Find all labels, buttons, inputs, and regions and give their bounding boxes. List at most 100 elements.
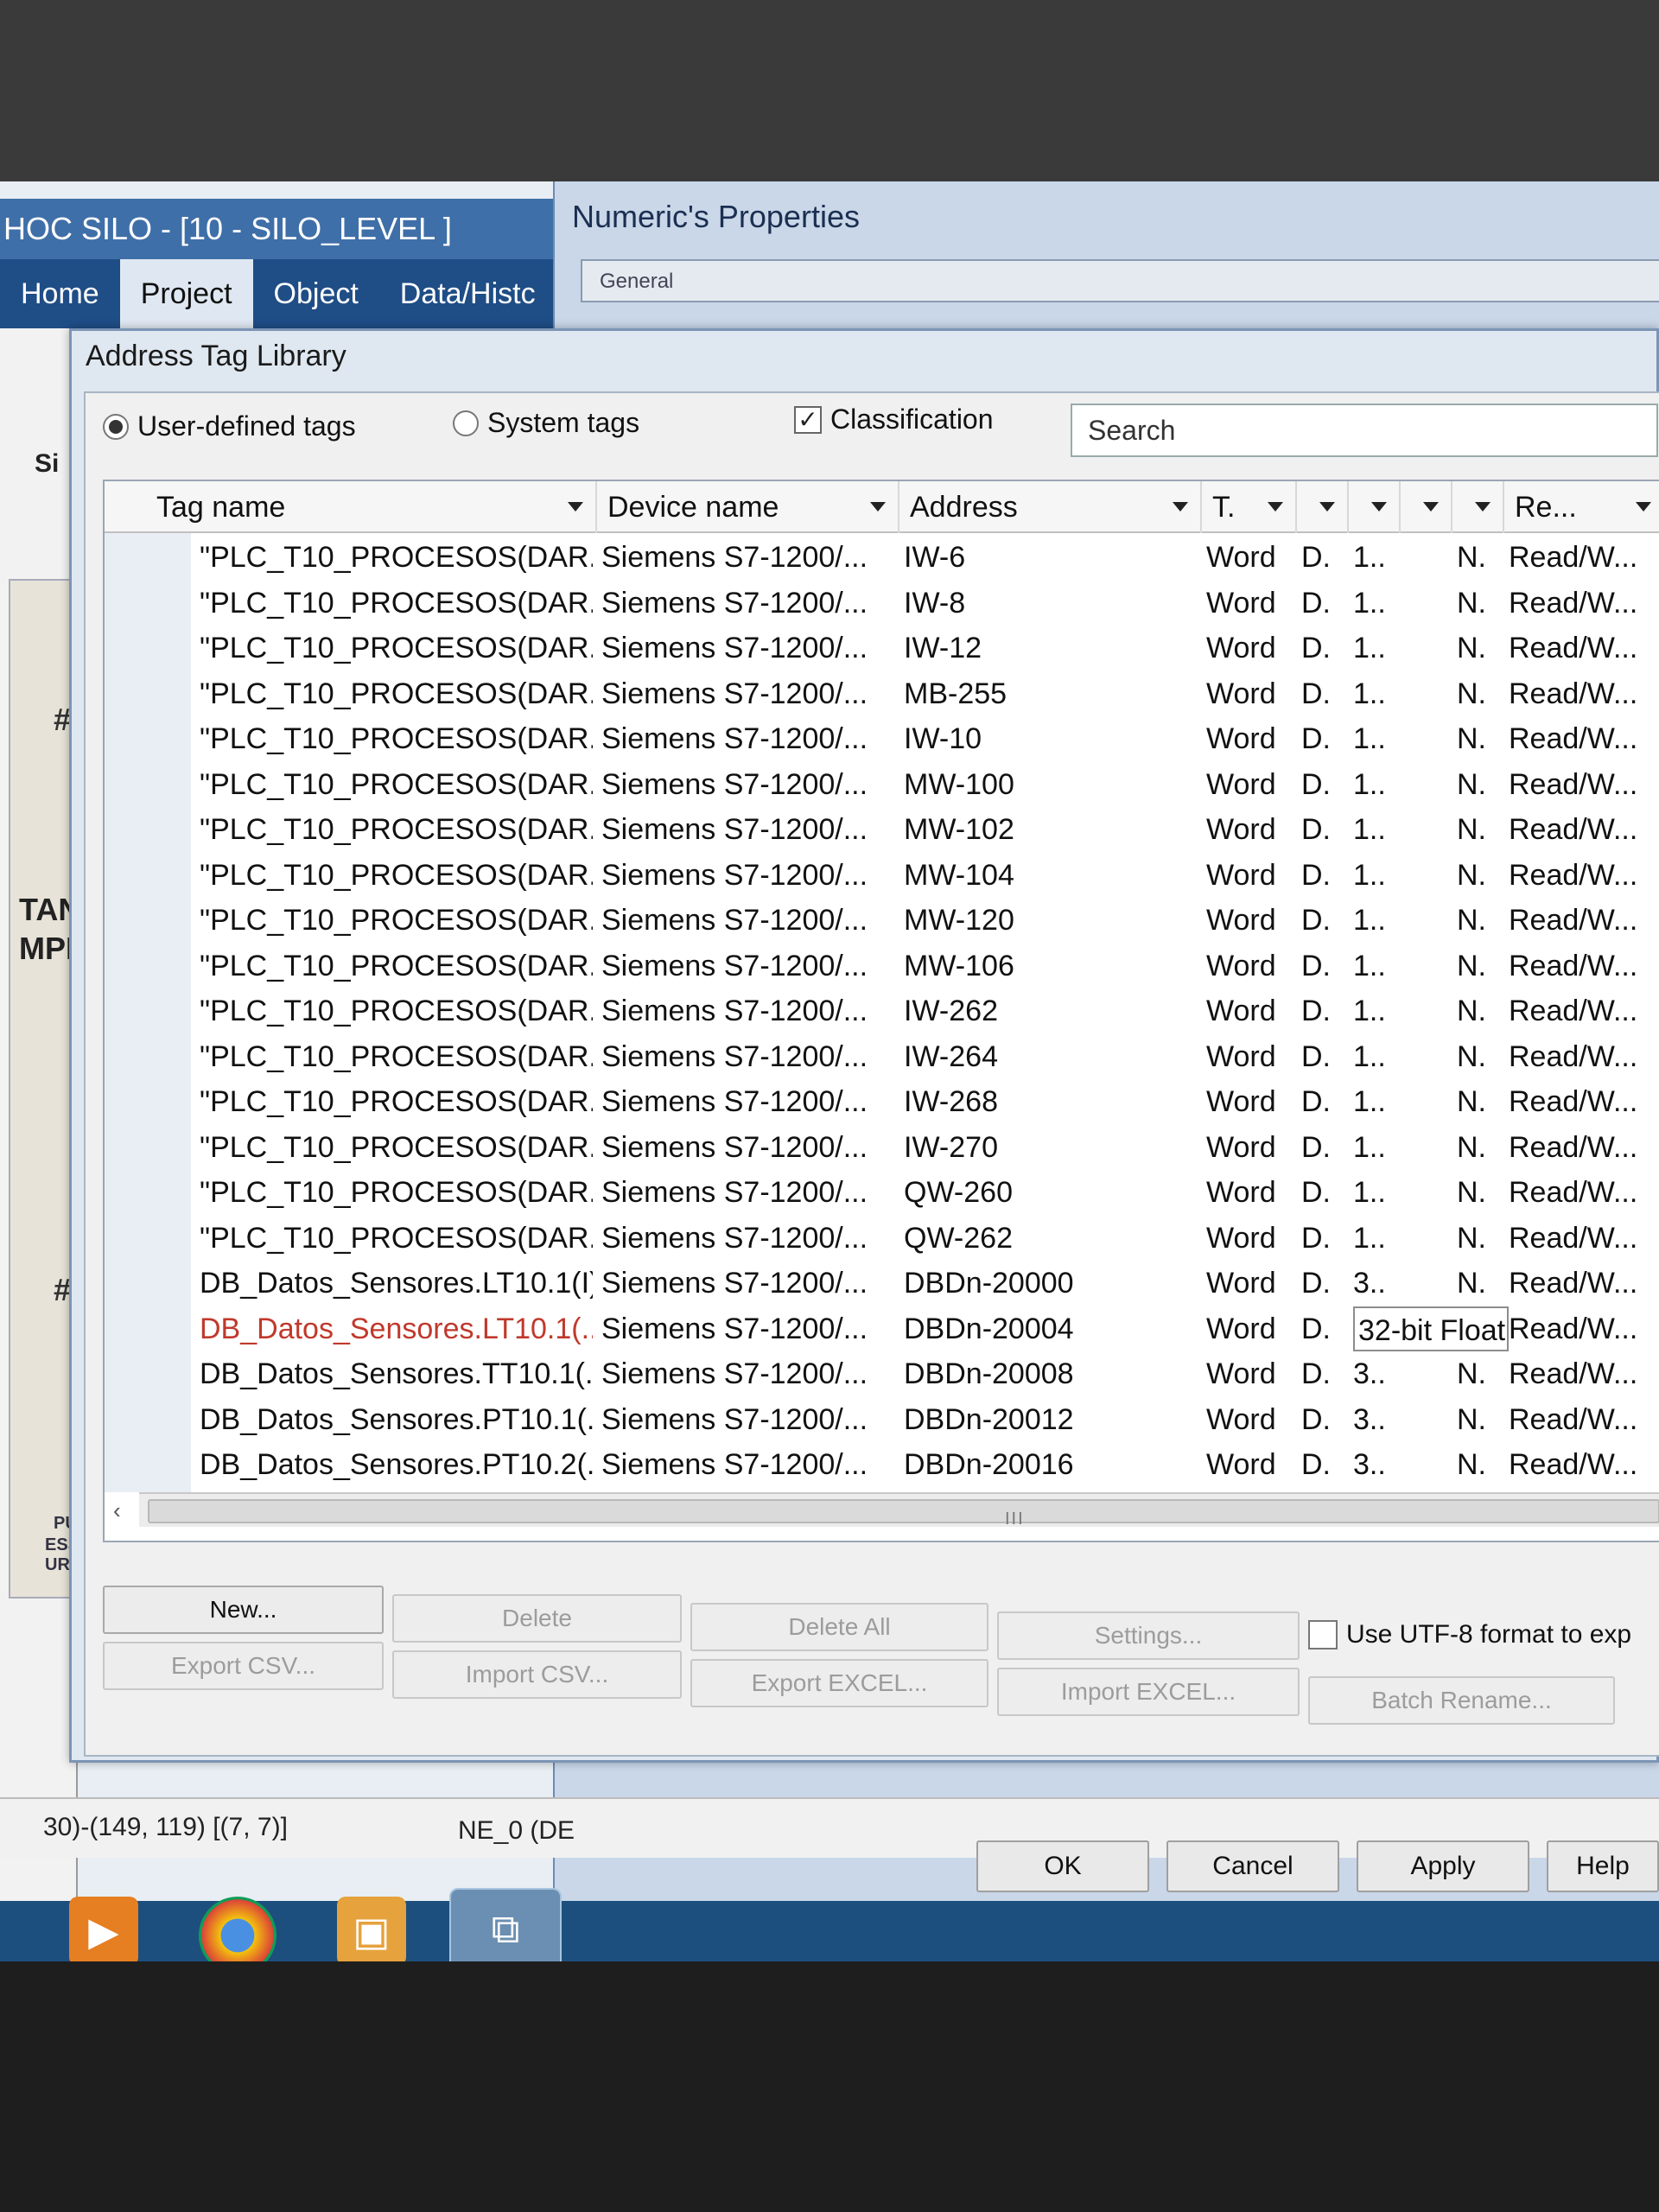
col-header-5[interactable] (1297, 481, 1349, 533)
dropdown-arrow-icon (1319, 502, 1335, 512)
col-header-type[interactable]: T. (1202, 481, 1297, 533)
col-header-device-name[interactable]: Device name (597, 481, 899, 533)
cell-type: Word (1206, 858, 1276, 892)
cell-address: DBDn-20004 (904, 1312, 1074, 1345)
cell-address: MW-102 (904, 813, 1014, 846)
table-row[interactable]: DB_Datos_Sensores.PT10.2(... Siemens S7-1… (105, 1442, 1659, 1488)
col-header-6[interactable] (1349, 481, 1401, 533)
table-row[interactable]: "PLC_T10_PROCESOS(DAR... Siemens S7-1200/… (105, 1216, 1659, 1262)
cell-type: Word (1206, 1267, 1276, 1300)
table-row[interactable]: "PLC_T10_PROCESOS(DAR... Siemens S7-1200/… (105, 1079, 1659, 1125)
table-header: Tag name Device name Address T. Re... (105, 481, 1659, 533)
cell-tag-name: "PLC_T10_PROCESOS(DAR... (200, 677, 593, 710)
table-row[interactable]: DB_Datos_Sensores.LT10.1(I) Siemens S7-12… (105, 1261, 1659, 1306)
ribbon-tab-project[interactable]: Project (119, 259, 253, 328)
table-row[interactable]: DB_Datos_Sensores.PT10.1(... Siemens S7-1… (105, 1397, 1659, 1443)
active-app-icon[interactable]: ⧉ (449, 1888, 562, 1961)
radio-system-tags[interactable]: System tags (453, 407, 639, 439)
col-header-address[interactable]: Address (899, 481, 1202, 533)
ribbon-tab-data-history[interactable]: Data/Histc (379, 259, 556, 328)
table-row[interactable]: "PLC_T10_PROCESOS(DAR... Siemens S7-1200/… (105, 944, 1659, 989)
cell-col5: D. (1301, 1448, 1331, 1481)
table-row[interactable]: "PLC_T10_PROCESOS(DAR... Siemens S7-1200/… (105, 671, 1659, 717)
cell-tag-name: "PLC_T10_PROCESOS(DAR... (200, 722, 593, 755)
col-header-7[interactable] (1401, 481, 1452, 533)
import-csv-button[interactable]: Import CSV... (392, 1650, 682, 1699)
cell-device-name: Siemens S7-1200/... (601, 813, 868, 846)
cell-col5: D. (1301, 995, 1331, 1027)
utf8-checkbox[interactable]: Use UTF-8 format to exp (1308, 1620, 1631, 1649)
classification-checkbox[interactable]: ✓ Classification (794, 404, 994, 435)
screen: HOC SILO - [10 - SILO_LEVEL ] Home Proje… (0, 181, 1659, 1961)
cell-col5: D. (1301, 1039, 1331, 1073)
apply-button[interactable]: Apply (1357, 1840, 1529, 1892)
cell-tag-name: "PLC_T10_PROCESOS(DAR... (200, 995, 593, 1027)
cell-col5: D. (1301, 632, 1331, 664)
col-header-read-write[interactable]: Re... (1504, 481, 1659, 533)
filter-row: User-defined tags System tags ✓ Classifi… (103, 404, 1658, 462)
scrollbar-thumb[interactable]: III (148, 1499, 1659, 1529)
delete-all-button[interactable]: Delete All (690, 1603, 988, 1651)
cell-type: Word (1206, 1039, 1276, 1073)
cell-col5: D. (1301, 767, 1331, 801)
ribbon-tab-object[interactable]: Object (253, 259, 379, 328)
cell-col8: N. (1457, 1085, 1486, 1118)
table-row[interactable]: "PLC_T10_PROCESOS(DAR... Siemens S7-1200/… (105, 988, 1659, 1034)
table-row[interactable]: "PLC_T10_PROCESOS(DAR... Siemens S7-1200/… (105, 716, 1659, 762)
cell-read-write: Read/W... (1509, 722, 1638, 755)
horizontal-scrollbar[interactable]: ‹ III (113, 1492, 1659, 1529)
radio-unselected-icon (453, 410, 479, 436)
app-window-icon[interactable]: ▣ (337, 1897, 406, 1961)
scroll-left-arrow-icon[interactable]: ‹ (113, 1497, 121, 1524)
cell-col8 (1457, 1306, 1504, 1352)
table-row[interactable]: "PLC_T10_PROCESOS(DAR... Siemens S7-1200/… (105, 1125, 1659, 1171)
radio-user-defined-tags[interactable]: User-defined tags (103, 410, 356, 442)
table-row[interactable]: DB_Datos_Sensores.LT10.1(... Siemens S7-1… (105, 1306, 1659, 1352)
delete-button[interactable]: Delete (392, 1594, 682, 1643)
chrome-icon[interactable] (199, 1897, 276, 1961)
cell-type: Word (1206, 632, 1276, 664)
cell-type: Word (1206, 1085, 1276, 1118)
export-csv-button[interactable]: Export CSV... (103, 1642, 384, 1690)
table-row[interactable]: "PLC_T10_PROCESOS(DAR... Siemens S7-1200/… (105, 581, 1659, 626)
table-row[interactable]: "PLC_T10_PROCESOS(DAR... Siemens S7-1200/… (105, 853, 1659, 899)
batch-rename-button[interactable]: Batch Rename... (1308, 1676, 1615, 1725)
cell-col5: D. (1301, 1221, 1331, 1255)
status-object-name: NE_0 (DE (458, 1816, 575, 1845)
table-row[interactable]: "PLC_T10_PROCESOS(DAR... Siemens S7-1200/… (105, 535, 1659, 581)
cell-read-write: Read/W... (1509, 586, 1638, 620)
ribbon-tab-home[interactable]: Home (0, 259, 120, 328)
export-excel-button[interactable]: Export EXCEL... (690, 1659, 988, 1707)
media-player-icon[interactable]: ▶ (69, 1897, 138, 1961)
col-header-8[interactable] (1452, 481, 1504, 533)
help-button[interactable]: Help (1547, 1840, 1659, 1892)
col-header-tag-name[interactable]: Tag name (105, 481, 597, 533)
cancel-button[interactable]: Cancel (1166, 1840, 1339, 1892)
cell-read-write: Read/W... (1509, 541, 1638, 574)
cell-device-name: Siemens S7-1200/... (601, 541, 868, 574)
cell-read-write: Read/W... (1509, 1130, 1638, 1164)
status-coordinates: 30)-(149, 119) [(7, 7)] (43, 1813, 288, 1841)
table-body: "PLC_T10_PROCESOS(DAR... Siemens S7-1200/… (105, 535, 1659, 1533)
cell-col8: N. (1457, 1267, 1486, 1300)
cell-device-name: Siemens S7-1200/... (601, 1130, 868, 1164)
table-row[interactable]: "PLC_T10_PROCESOS(DAR... Siemens S7-1200/… (105, 1034, 1659, 1080)
cell-col8: N. (1457, 677, 1486, 710)
search-input[interactable]: Search (1071, 404, 1658, 457)
settings-button[interactable]: Settings... (997, 1611, 1300, 1660)
cell-type: Word (1206, 541, 1276, 574)
tab-general[interactable]: General (600, 270, 673, 294)
new-button[interactable]: New... (103, 1586, 384, 1634)
table-row[interactable]: "PLC_T10_PROCESOS(DAR... Siemens S7-1200/… (105, 762, 1659, 808)
cell-read-write: Read/W... (1509, 632, 1638, 664)
table-row[interactable]: "PLC_T10_PROCESOS(DAR... Siemens S7-1200/… (105, 1170, 1659, 1216)
import-excel-button[interactable]: Import EXCEL... (997, 1668, 1300, 1716)
checkmark-icon: ✓ (794, 405, 822, 434)
ok-button[interactable]: OK (976, 1840, 1149, 1892)
table-row[interactable]: "PLC_T10_PROCESOS(DAR... Siemens S7-1200/… (105, 898, 1659, 944)
table-row[interactable]: "PLC_T10_PROCESOS(DAR... Siemens S7-1200/… (105, 807, 1659, 853)
table-row[interactable]: "PLC_T10_PROCESOS(DAR... Siemens S7-1200/… (105, 626, 1659, 671)
cell-device-name: Siemens S7-1200/... (601, 767, 868, 801)
cell-col5: D. (1301, 949, 1331, 982)
table-row[interactable]: DB_Datos_Sensores.TT10.1(... Siemens S7-1… (105, 1351, 1659, 1397)
